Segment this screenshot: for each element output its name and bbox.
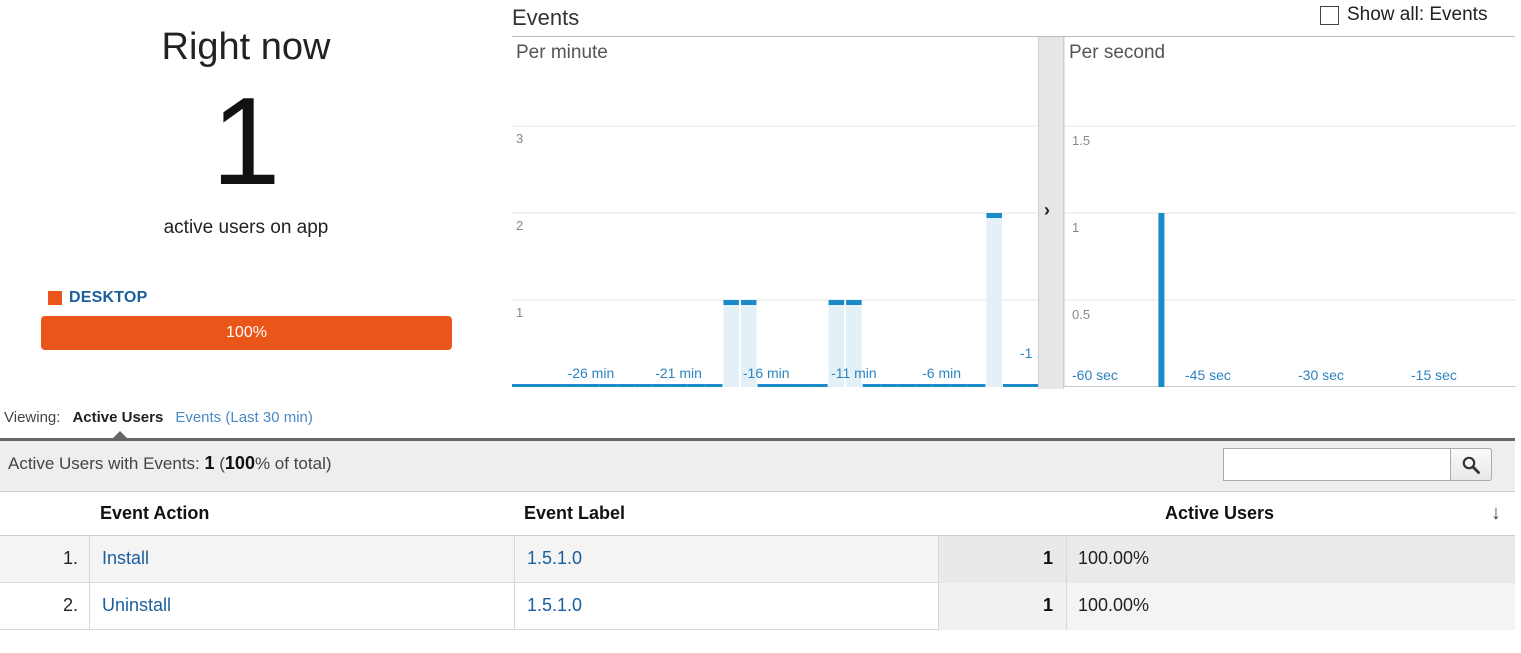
y-tick-label: 1.5 xyxy=(1072,133,1090,148)
table-header xyxy=(0,492,1515,536)
bar-fill xyxy=(723,300,739,387)
bar-cap xyxy=(828,300,845,305)
bar-cap xyxy=(846,300,862,305)
y-tick-label: 1 xyxy=(1072,220,1079,235)
x-tick-label: -15 sec xyxy=(1411,367,1457,383)
right-now-title: Right now xyxy=(161,26,331,68)
per-second-chart: 0.5 1 1.5 -60 sec -45 sec -30 sec -15 sec xyxy=(1064,37,1516,387)
active-users-value: 1 xyxy=(1042,595,1053,615)
search-button[interactable] xyxy=(1450,448,1492,481)
tab-active-users[interactable]: Active Users xyxy=(72,409,163,426)
bar-baseline xyxy=(1020,384,1038,387)
bar-baseline xyxy=(967,384,986,387)
event-action-link[interactable]: Uninstall xyxy=(102,595,171,616)
device-share-bar: 100% xyxy=(41,316,452,350)
chevron-right-icon[interactable]: › xyxy=(1044,200,1050,221)
active-users-pct: 100.00% xyxy=(1078,548,1150,568)
x-tick-label: -26 min xyxy=(568,365,615,381)
bar-baseline xyxy=(529,384,548,387)
bar-baseline xyxy=(950,384,968,387)
bar-baseline xyxy=(582,384,600,387)
col-header-active-users[interactable]: Active Users xyxy=(1165,503,1274,524)
bar-baseline xyxy=(897,384,916,387)
x-tick-label: -30 sec xyxy=(1298,367,1344,383)
spike-bar xyxy=(1158,213,1165,387)
y-tick-label: 3 xyxy=(516,131,523,146)
x-tick-label: -45 sec xyxy=(1185,367,1231,383)
bar-baseline xyxy=(862,384,881,387)
chart-divider xyxy=(1038,37,1064,389)
bar-baseline xyxy=(932,384,951,387)
active-users-value: 1 xyxy=(1042,548,1053,568)
x-tick-label: -16 min xyxy=(743,365,790,381)
active-users-pct: 100.00% xyxy=(1078,595,1150,615)
active-users-count: 1 xyxy=(211,73,281,211)
events-title: Events xyxy=(512,5,580,30)
device-share-label: 100% xyxy=(226,324,267,341)
bar-cap xyxy=(986,213,1002,218)
y-tick-label: 2 xyxy=(516,218,523,233)
summary-text: Active Users with Events: 1 (100% of tot… xyxy=(8,453,332,473)
bar-baseline xyxy=(547,384,565,387)
event-label-link[interactable]: 1.5.1.0 xyxy=(527,595,582,616)
summary-value: 1 xyxy=(204,453,215,473)
col-divider xyxy=(1066,536,1067,630)
desktop-swatch xyxy=(48,291,62,305)
x-tick-label: -60 sec xyxy=(1072,367,1118,383)
table-row: 2. Uninstall 1.5.1.0 1 100.00% xyxy=(0,583,1515,630)
bar-baseline xyxy=(687,384,705,387)
bar-baseline xyxy=(652,384,670,387)
col-header-event-label[interactable]: Event Label xyxy=(524,503,625,524)
x-tick-label: -11 min xyxy=(831,365,877,381)
bar-baseline xyxy=(810,384,828,387)
row-number: 1. xyxy=(62,548,78,568)
bar-baseline xyxy=(599,384,618,387)
event-label-link[interactable]: 1.5.1.0 xyxy=(527,548,582,569)
bar-baseline xyxy=(512,384,530,387)
bar-baseline xyxy=(775,384,793,387)
show-all-label: Show all: Events xyxy=(1347,4,1488,25)
x-tick-label: -6 min xyxy=(922,365,961,381)
sort-descending-icon[interactable]: ↓ xyxy=(1491,502,1501,525)
viewing-label: Viewing: xyxy=(4,409,61,426)
bar-baseline xyxy=(915,384,933,387)
bar-cap xyxy=(740,300,757,305)
y-tick-label: 1 xyxy=(516,305,523,320)
tab-events[interactable]: Events (Last 30 min) xyxy=(175,409,313,426)
summary-prefix: Active Users with Events: xyxy=(8,454,205,473)
bar-baseline xyxy=(1002,384,1021,387)
bar-baseline xyxy=(669,384,688,387)
col-divider xyxy=(89,536,90,630)
table-row: 1. Install 1.5.1.0 1 100.00% xyxy=(0,536,1515,583)
device-legend: DESKTOP xyxy=(48,289,147,307)
bar-baseline xyxy=(757,384,775,387)
bar-baseline xyxy=(564,384,583,387)
col-divider xyxy=(938,536,939,630)
bar-baseline xyxy=(634,384,653,387)
y-tick-label: 0.5 xyxy=(1072,307,1090,322)
table-search-input[interactable] xyxy=(1223,448,1451,481)
device-name: DESKTOP xyxy=(69,289,148,306)
bar-fill xyxy=(986,213,1002,387)
per-minute-chart: 1 2 3 -26 min -21 min -16 min -11 min -6 min -1 … xyxy=(512,125,1038,387)
bar-baseline xyxy=(792,384,811,387)
viewing-tabs: Viewing: Active Users Events (Last 30 mi… xyxy=(4,409,313,426)
bar-baseline xyxy=(704,384,723,387)
event-action-link[interactable]: Install xyxy=(102,548,149,569)
bar-cap xyxy=(723,300,739,305)
show-all-checkbox[interactable] xyxy=(1320,5,1339,25)
summary-suffix: % of total) xyxy=(254,454,332,473)
active-users-subtitle: active users on app xyxy=(163,217,329,238)
bar-baseline xyxy=(880,384,898,387)
col-header-event-action[interactable]: Event Action xyxy=(100,503,209,524)
search-icon xyxy=(1462,456,1480,474)
row-number: 2. xyxy=(62,595,78,615)
summary-pct: 100 xyxy=(224,453,255,473)
col-divider xyxy=(514,536,515,630)
x-tick-label: -21 min xyxy=(655,365,702,381)
bar-baseline xyxy=(617,384,635,387)
x-tick-label: -1 ... xyxy=(1020,345,1038,361)
show-all-toggle[interactable]: Show all: Events xyxy=(1320,4,1487,26)
